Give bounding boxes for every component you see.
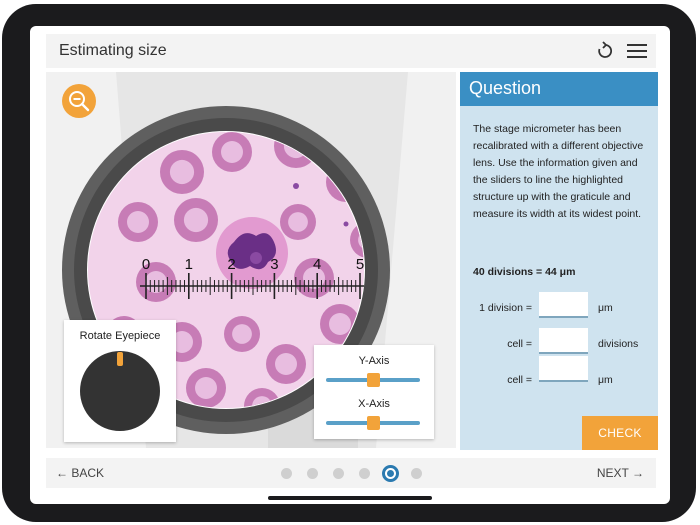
- cell-divisions-input[interactable]: [539, 328, 588, 354]
- rotate-eyepiece-label: Rotate Eyepiece: [79, 330, 161, 342]
- page-title: Estimating size: [59, 42, 167, 59]
- cell-divisions-label: cell =: [507, 338, 532, 350]
- check-button[interactable]: CHECK: [582, 416, 658, 450]
- home-indicator: [268, 496, 432, 500]
- question-title: Question: [469, 78, 542, 98]
- reset-icon[interactable]: [594, 40, 616, 62]
- cell-size-input[interactable]: [539, 356, 588, 382]
- dial-indicator: [117, 352, 123, 366]
- y-axis-slider[interactable]: [326, 373, 420, 387]
- x-axis-slider[interactable]: [326, 416, 420, 430]
- arrow-right-icon: →: [632, 466, 644, 480]
- page-dot-active[interactable]: [382, 465, 399, 482]
- red-blood-cell: [212, 132, 252, 172]
- page-dot[interactable]: [359, 468, 370, 479]
- rotate-eyepiece-panel: Rotate Eyepiece: [64, 320, 176, 442]
- red-blood-cell: [280, 204, 316, 240]
- question-panel: Question The stage micrometer has been r…: [460, 72, 658, 450]
- question-header: Question: [460, 72, 658, 106]
- arrow-left-icon: ←: [56, 466, 68, 480]
- page-dot[interactable]: [411, 468, 422, 479]
- graticule-label: 1: [185, 256, 193, 273]
- red-blood-cell: [160, 150, 204, 194]
- x-axis-slider-thumb[interactable]: [367, 416, 380, 430]
- division-input[interactable]: [539, 292, 588, 318]
- back-button[interactable]: ← BACK: [56, 466, 104, 480]
- cell-size-unit: μm: [598, 374, 613, 386]
- given-calibration: 40 divisions = 44 μm: [473, 266, 576, 278]
- next-label: NEXT: [596, 466, 629, 480]
- red-blood-cell: [186, 368, 226, 408]
- tablet-frame: Estimating size 0 1 2 3 4 5 Rotate Eyepi…: [2, 4, 696, 522]
- rotate-eyepiece-dial[interactable]: [79, 350, 161, 432]
- microscope-view: 0 1 2 3 4 5 Rotate Eyepiece Y-Axis X-Axis: [46, 72, 456, 448]
- cell-size-label: cell =: [507, 374, 532, 386]
- cell-divisions-unit: divisions: [598, 338, 639, 350]
- page-dot[interactable]: [281, 468, 292, 479]
- red-blood-cell: [266, 344, 306, 384]
- x-axis-label: X-Axis: [358, 398, 390, 410]
- axis-sliders-panel: Y-Axis X-Axis: [314, 345, 434, 439]
- back-label: BACK: [71, 466, 105, 480]
- y-axis-slider-thumb[interactable]: [367, 373, 380, 387]
- graticule-label: 3: [270, 256, 278, 273]
- graticule-label: 2: [227, 256, 235, 273]
- page-indicator: [281, 465, 431, 482]
- graticule-label: 0: [142, 256, 150, 273]
- division-unit: μm: [598, 302, 613, 314]
- red-blood-cell: [224, 316, 260, 352]
- page-dot[interactable]: [333, 468, 344, 479]
- red-blood-cell: [174, 198, 218, 242]
- page-dot[interactable]: [307, 468, 318, 479]
- zoom-out-icon: [69, 91, 90, 112]
- menu-icon[interactable]: [626, 42, 648, 60]
- zoom-button[interactable]: [62, 84, 96, 118]
- graticule-label: 5: [356, 256, 364, 273]
- graticule-label: 4: [313, 256, 321, 273]
- navigation-footer: ← BACK NEXT →: [46, 458, 656, 488]
- red-blood-cell: [118, 202, 158, 242]
- question-text: The stage micrometer has been recalibrat…: [473, 123, 644, 220]
- app-header: Estimating size: [46, 34, 656, 68]
- next-button[interactable]: NEXT →: [597, 466, 644, 480]
- division-label: 1 division =: [479, 302, 532, 314]
- y-axis-label: Y-Axis: [358, 355, 390, 367]
- app-screen: Estimating size 0 1 2 3 4 5 Rotate Eyepi…: [30, 26, 670, 504]
